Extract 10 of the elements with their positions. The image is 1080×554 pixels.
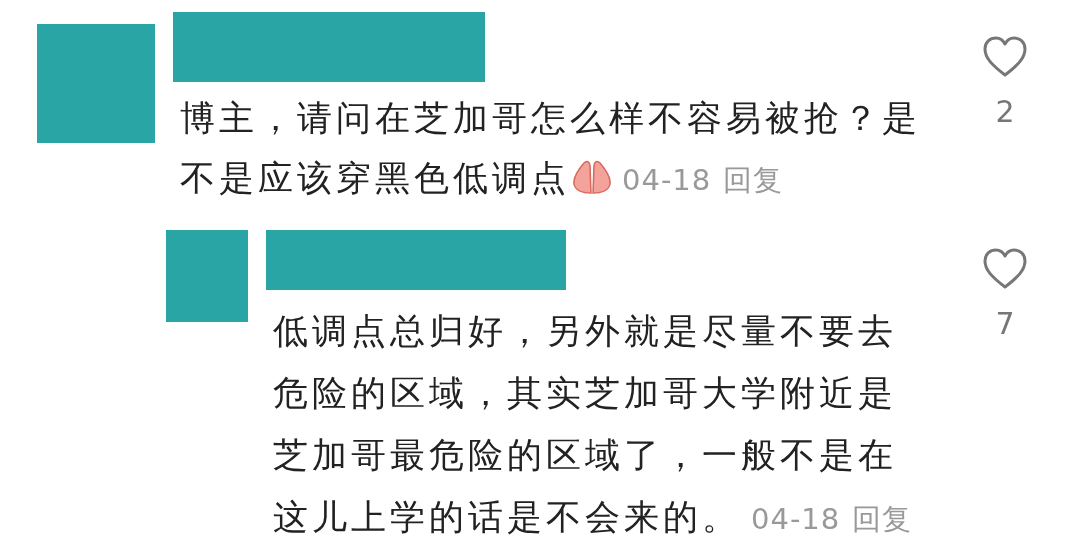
heart-icon[interactable] <box>982 35 1028 79</box>
comment-date: 04-18 <box>751 502 841 536</box>
comment-text: 低调点总归好，另外就是尽量不要去危险的区域，其实芝加哥大学附近是芝加哥最危险的区域了，一般不是在这儿上学的话是不会来的。 04-18 回复 <box>272 310 914 539</box>
comment-date: 04-18 <box>622 163 712 197</box>
reply-link[interactable]: 回复 <box>852 502 913 536</box>
reply-link[interactable]: 回复 <box>723 163 784 197</box>
comment-text: 博主，请问在芝加哥怎么样不容易被抢？是不是应该穿黑色低调点 04-18 回复 <box>179 97 922 200</box>
heart-icon[interactable] <box>982 247 1028 291</box>
like-count: 2 <box>995 94 1015 129</box>
like-count: 7 <box>995 306 1015 341</box>
